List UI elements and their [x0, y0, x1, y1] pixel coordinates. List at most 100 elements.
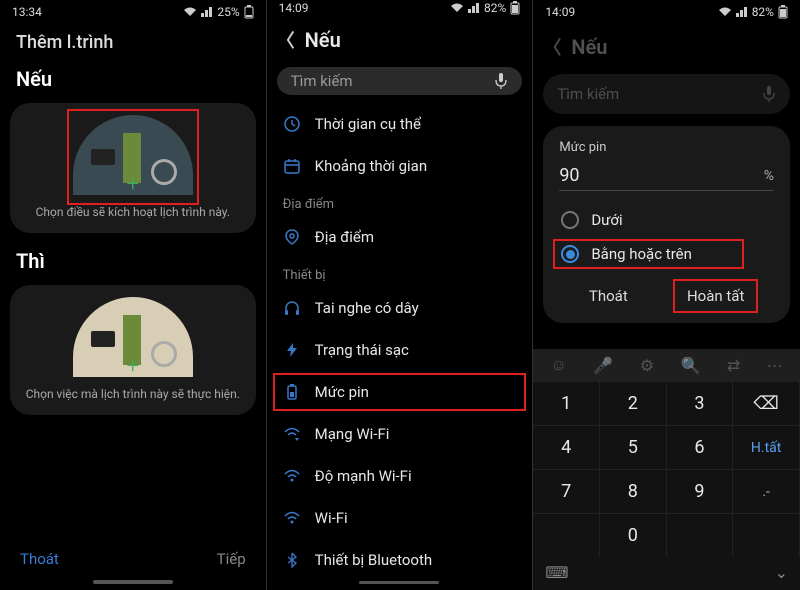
key-done[interactable]: H.tất [733, 425, 800, 469]
battery-level-card: Mức pin 90 % Dưới Bằng hoặc trên Thoát Ho… [543, 126, 790, 323]
row-label: Mạng Wi-Fi [315, 425, 390, 443]
back-icon[interactable]: 〈 [543, 34, 561, 60]
wifi-icon [283, 509, 301, 527]
key-9[interactable]: 9 [667, 469, 734, 513]
highlight-box [673, 279, 758, 313]
keyboard-toolbar: ☺ 🎤 ⚙ 🔍 ⇄ ⋯ [533, 349, 800, 381]
section-if-label: Nếu [0, 57, 266, 97]
key-0[interactable]: 0 [600, 513, 667, 557]
bolt-icon [283, 341, 301, 359]
radio-label: Dưới [591, 211, 622, 229]
numeric-keypad: 123⌫ 456H.tất 789.- 0 [533, 381, 800, 557]
wifi-icon [450, 3, 464, 13]
wifi-icon [283, 467, 301, 485]
group-label: Thiết bị [267, 258, 533, 287]
radio-option[interactable]: Dưới [559, 203, 774, 237]
value-input[interactable]: 90 [559, 165, 755, 186]
row-label: Tai nghe có dây [315, 299, 419, 317]
nav-pill[interactable] [93, 580, 173, 584]
battery-icon [778, 5, 788, 19]
condition-row-calendar[interactable]: Khoảng thời gian [267, 145, 533, 187]
condition-row-headphones[interactable]: Tai nghe có dây [267, 287, 533, 329]
condition-row-bluetooth[interactable]: Thiết bị Bluetooth [267, 539, 533, 581]
screen-battery-level: 14:09 82% 〈 Nếu Tìm kiếm Mức pin 90 % [533, 0, 800, 590]
condition-row-pin[interactable]: Địa điểm [267, 216, 533, 258]
search-icon[interactable]: 🔍 [681, 356, 701, 375]
battery-icon [510, 1, 520, 15]
settings-icon[interactable]: ⚙ [640, 356, 654, 375]
unit-label: % [764, 168, 774, 184]
condition-row-wifi[interactable]: Độ mạnh Wi-Fi [267, 455, 533, 497]
condition-row-clock[interactable]: Thời gian cụ thể [267, 103, 533, 145]
condition-row-wifi-arrow[interactable]: Mạng Wi-Fi [267, 413, 533, 455]
key-3[interactable]: 3 [667, 381, 734, 425]
signal-icon [201, 7, 213, 17]
search-placeholder: Tìm kiếm [291, 72, 353, 90]
key-4[interactable]: 4 [533, 425, 600, 469]
section-then-label: Thì [0, 239, 266, 279]
page-title: Thêm l.trình [0, 24, 266, 57]
card-label: Mức pin [559, 140, 774, 155]
wifi-arrow-icon [283, 425, 301, 443]
key-1[interactable]: 1 [533, 381, 600, 425]
status-time: 14:09 [545, 5, 575, 19]
nav-pill[interactable] [359, 581, 439, 584]
radio-icon [561, 211, 579, 229]
key-backspace[interactable]: ⌫ [733, 381, 800, 425]
row-label: Trạng thái sạc [315, 341, 409, 359]
search-input[interactable]: Tìm kiếm [277, 67, 523, 95]
page-title: Nếu [571, 35, 607, 59]
condition-row-wifi[interactable]: Wi-Fi [267, 497, 533, 539]
battery-text: 82% [752, 5, 774, 19]
voice-icon[interactable]: 🎤 [593, 356, 613, 375]
condition-row-bolt[interactable]: Trạng thái sạc [267, 329, 533, 371]
row-label: Thời gian cụ thể [315, 115, 421, 133]
more-icon[interactable]: ⋯ [767, 356, 783, 375]
calendar-icon [283, 157, 301, 175]
key-6[interactable]: 6 [667, 425, 734, 469]
screen-if-conditions: 14:09 82% 〈 Nếu Tìm kiếm Thời gian cụ th… [267, 0, 534, 590]
mic-icon[interactable] [494, 72, 508, 90]
status-bar: 13:34 25% [0, 0, 266, 24]
battery-text: 25% [217, 5, 239, 19]
keyboard-bottom: ⌨ ⌄ [533, 557, 800, 590]
cancel-button[interactable]: Thoát [581, 281, 636, 311]
highlight-box [67, 109, 199, 205]
if-caption: Chọn điều sẽ kích hoạt lịch trình này. [36, 205, 230, 219]
next-button[interactable]: Tiếp [217, 550, 246, 568]
row-label: Thiết bị Bluetooth [315, 551, 433, 569]
row-label: Độ mạnh Wi-Fi [315, 467, 412, 485]
key-8[interactable]: 8 [600, 469, 667, 513]
status-bar: 14:09 82% [267, 0, 533, 17]
search-input: Tìm kiếm [543, 74, 790, 114]
status-time: 14:09 [279, 1, 309, 15]
highlight-box [273, 373, 527, 411]
pin-icon [283, 228, 301, 246]
back-icon[interactable]: 〈 [277, 27, 295, 53]
status-bar: 14:09 82% [533, 0, 800, 24]
wifi-icon [718, 7, 732, 17]
key-empty [733, 513, 800, 557]
done-button[interactable]: Hoàn tất [679, 281, 752, 311]
bluetooth-icon [283, 551, 301, 569]
key-7[interactable]: 7 [533, 469, 600, 513]
emoji-icon[interactable]: ☺ [551, 355, 567, 375]
key-2[interactable]: 2 [600, 381, 667, 425]
signal-icon [468, 3, 480, 13]
key-5[interactable]: 5 [600, 425, 667, 469]
collapse-icon[interactable]: ⌄ [775, 563, 788, 582]
search-placeholder: Tìm kiếm [557, 85, 619, 103]
conditions-list: Thời gian cụ thể Khoảng thời gian Địa điểm… [267, 103, 533, 581]
keyboard-switch-icon[interactable]: ⌨ [545, 563, 568, 582]
translate-icon[interactable]: ⇄ [727, 356, 740, 375]
exit-button[interactable]: Thoát [20, 550, 59, 568]
key-empty [667, 513, 734, 557]
if-card[interactable]: + Chọn điều sẽ kích hoạt lịch trình này. [10, 103, 256, 233]
plus-icon: + [127, 354, 139, 379]
mic-icon [762, 85, 776, 103]
highlight-box [553, 239, 744, 269]
key-punct[interactable]: .- [733, 469, 800, 513]
radio-option[interactable]: Bằng hoặc trên [559, 237, 774, 271]
then-card[interactable]: + Chọn việc mà lịch trình này sẽ thực hi… [10, 285, 256, 415]
condition-row-battery[interactable]: Mức pin [267, 371, 533, 413]
